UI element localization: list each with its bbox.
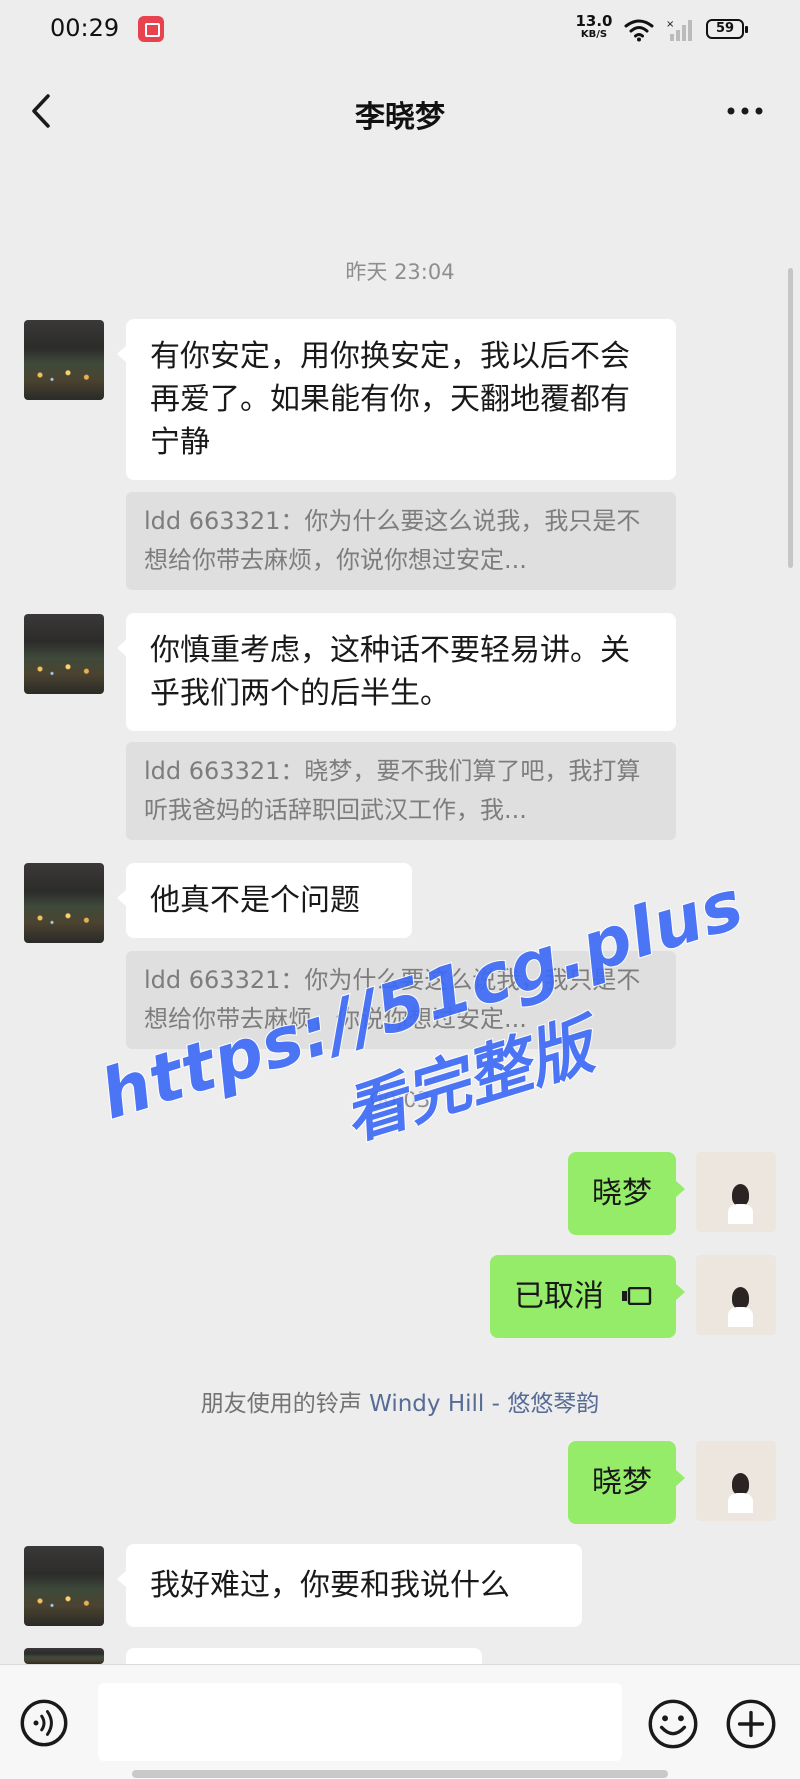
- friend-avatar: [24, 1648, 104, 1664]
- voice-call-cancelled-icon: [622, 1286, 652, 1305]
- incoming-message[interactable]: 你慎重考虑，这种话不要轻易讲。关乎我们两个的后半生。: [117, 613, 676, 731]
- page-title: 李晓梦: [355, 100, 445, 135]
- ringtone-song-link[interactable]: Windy Hill - 悠悠琴韵: [369, 1391, 599, 1417]
- wifi-icon: [624, 19, 654, 42]
- plus-icon[interactable]: [726, 1699, 776, 1749]
- incoming-message-partial: [117, 1648, 482, 1692]
- input-bar: [0, 1664, 800, 1779]
- more-dots-icon[interactable]: [720, 86, 770, 136]
- voice-mode-icon[interactable]: [20, 1699, 68, 1747]
- screenshot-notification-icon: [138, 16, 164, 42]
- call-status-label: 已取消: [514, 1279, 604, 1314]
- outgoing-message[interactable]: 晓梦: [568, 1441, 685, 1524]
- quoted-message[interactable]: ldd 663321：你为什么要这么说我，我只是不想给你带去麻烦，你说你想过安定…: [126, 492, 676, 590]
- network-speed-unit: KB/S: [580, 29, 608, 40]
- battery-icon: 59: [706, 19, 748, 39]
- message-input[interactable]: [98, 1683, 622, 1761]
- ringtone-notice: 朋友使用的铃声 Windy Hill - 悠悠琴韵: [0, 1384, 800, 1418]
- status-bar: 00:29 13.0 KB/S × 59: [0, 0, 800, 62]
- emoji-icon[interactable]: [648, 1699, 698, 1749]
- friend-avatar[interactable]: [24, 320, 104, 400]
- incoming-message[interactable]: 有你安定，用你换安定，我以后不会再爱了。如果能有你，天翻地覆都有宁静: [117, 319, 676, 480]
- outgoing-message[interactable]: 晓梦: [568, 1152, 685, 1235]
- self-avatar[interactable]: [696, 1152, 776, 1232]
- self-avatar[interactable]: [696, 1441, 776, 1521]
- incoming-message[interactable]: 我好难过，你要和我说什么: [117, 1544, 582, 1627]
- home-indicator[interactable]: [132, 1770, 668, 1778]
- friend-avatar[interactable]: [24, 1546, 104, 1626]
- network-speed-value: 13.0: [575, 12, 613, 30]
- status-time: 00:29: [50, 14, 120, 42]
- quoted-message[interactable]: ldd 663321：晓梦，要不我们算了吧，我打算听我爸妈的话辞职回武汉工作，我…: [126, 742, 676, 840]
- scrollbar[interactable]: [788, 268, 793, 568]
- chat-header: 李晓梦: [0, 62, 800, 162]
- timestamp: 昨天 23:04: [345, 260, 455, 284]
- self-avatar[interactable]: [696, 1255, 776, 1335]
- friend-avatar[interactable]: [24, 863, 104, 943]
- network-speed: 13.0 KB/S: [574, 14, 614, 42]
- ringtone-prefix: 朋友使用的铃声: [200, 1391, 370, 1417]
- call-cancelled-message[interactable]: 已取消: [490, 1255, 685, 1338]
- svg-text:×: ×: [666, 19, 674, 30]
- signal-icon: ×: [666, 19, 692, 41]
- incoming-message[interactable]: 他真不是个问题: [117, 863, 412, 938]
- friend-avatar[interactable]: [24, 614, 104, 694]
